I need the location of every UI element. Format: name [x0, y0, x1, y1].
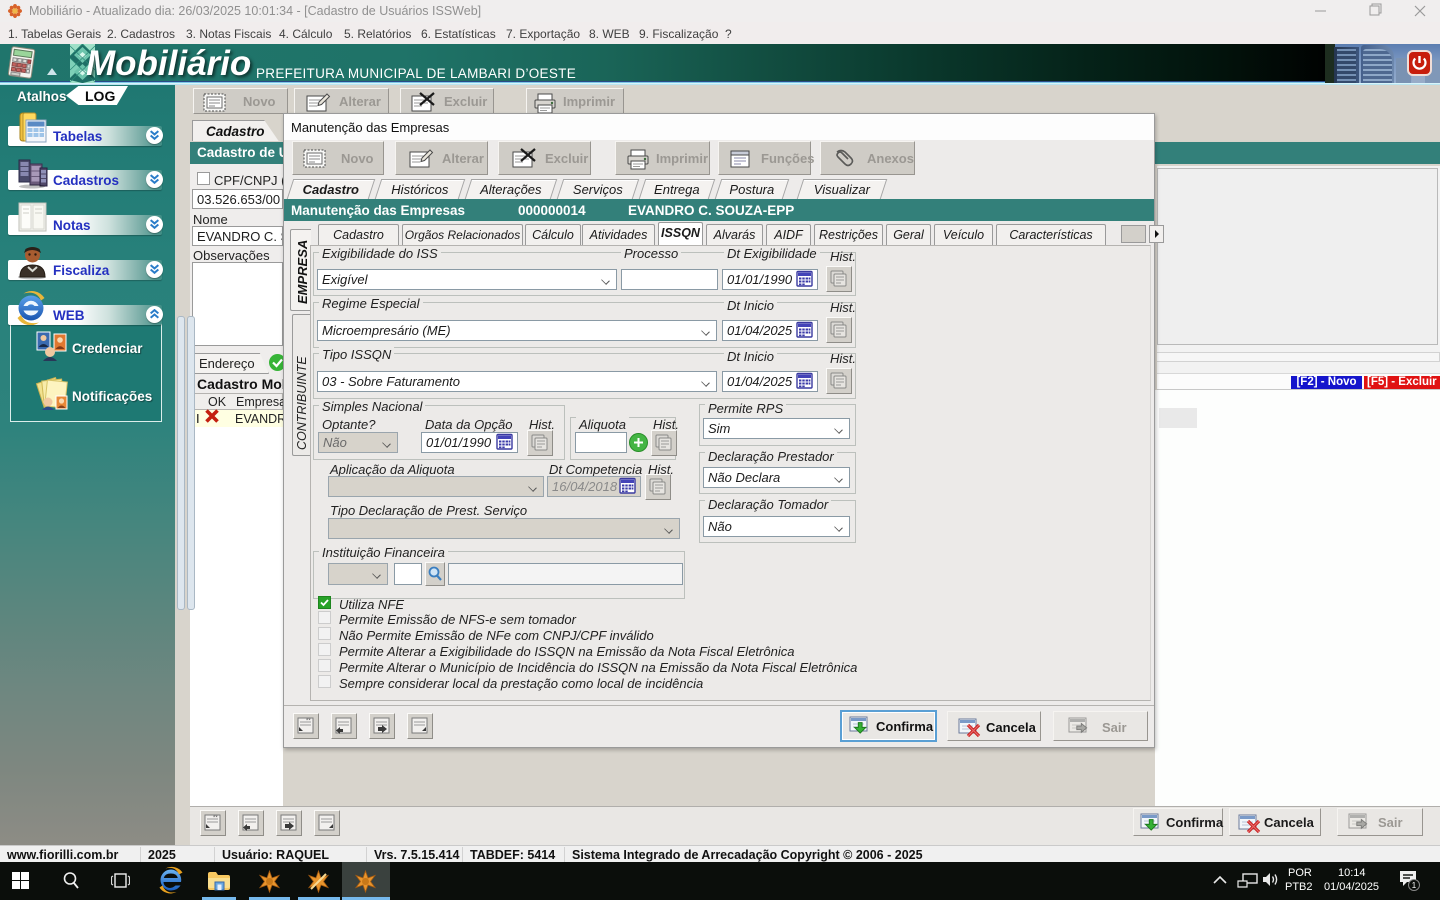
svg-text:**: ** [306, 719, 311, 725]
svg-text:**: ** [213, 816, 218, 822]
svg-text:1: 1 [1412, 881, 1417, 890]
